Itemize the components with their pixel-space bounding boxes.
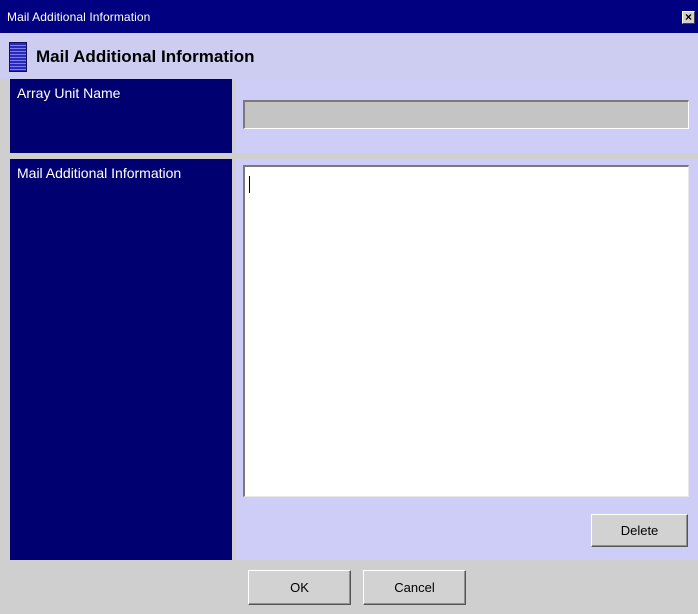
window-title: Mail Additional Information bbox=[7, 10, 151, 24]
ok-button[interactable]: OK bbox=[248, 570, 351, 605]
close-icon: × bbox=[684, 10, 692, 24]
panel-icon bbox=[9, 42, 27, 72]
title-bar: Mail Additional Information × bbox=[0, 0, 698, 33]
close-button[interactable]: × bbox=[682, 11, 695, 24]
delete-button[interactable]: Delete bbox=[591, 514, 688, 547]
array-unit-field-cell bbox=[236, 79, 698, 153]
mail-info-field-cell: Delete bbox=[236, 159, 698, 560]
mail-additional-information-textarea[interactable] bbox=[243, 165, 689, 497]
array-unit-name-label: Array Unit Name bbox=[17, 85, 121, 101]
array-unit-name-field[interactable] bbox=[243, 100, 689, 129]
mail-info-label-cell: Mail Additional Information bbox=[10, 159, 232, 560]
dialog-window: Mail Additional Information × Mail Addit… bbox=[0, 0, 698, 614]
cancel-button[interactable]: Cancel bbox=[363, 570, 466, 605]
mail-additional-information-label: Mail Additional Information bbox=[17, 165, 182, 181]
section-header: Mail Additional Information bbox=[0, 33, 698, 79]
text-caret bbox=[249, 176, 250, 193]
section-title: Mail Additional Information bbox=[36, 47, 255, 66]
array-unit-label-cell: Array Unit Name bbox=[10, 79, 232, 153]
